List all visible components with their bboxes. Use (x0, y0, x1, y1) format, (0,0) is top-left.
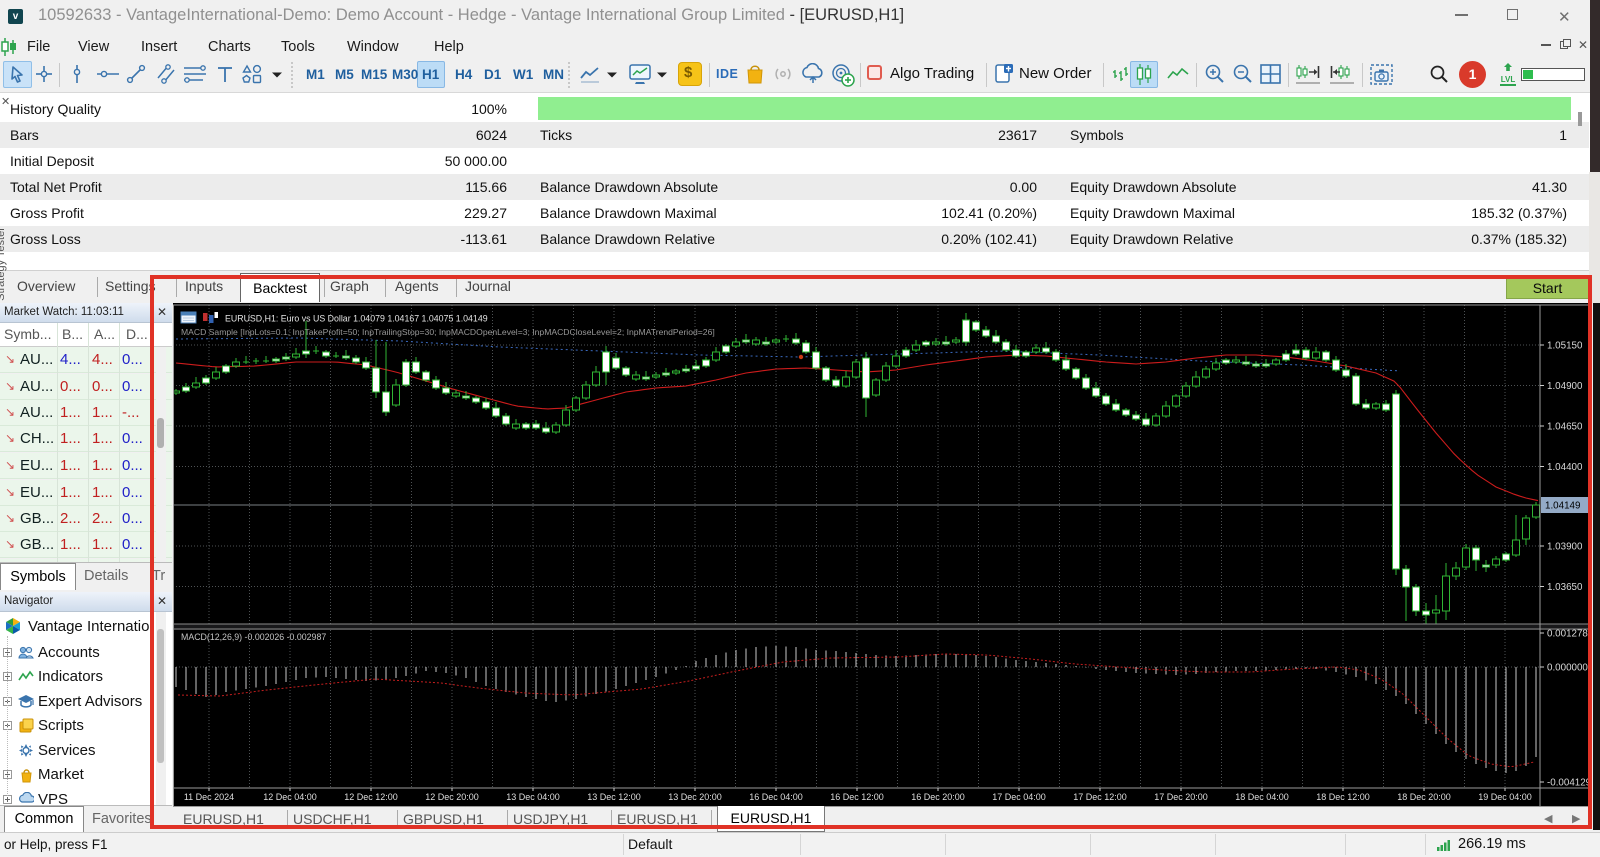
svg-text:LVL: LVL (1501, 75, 1516, 84)
